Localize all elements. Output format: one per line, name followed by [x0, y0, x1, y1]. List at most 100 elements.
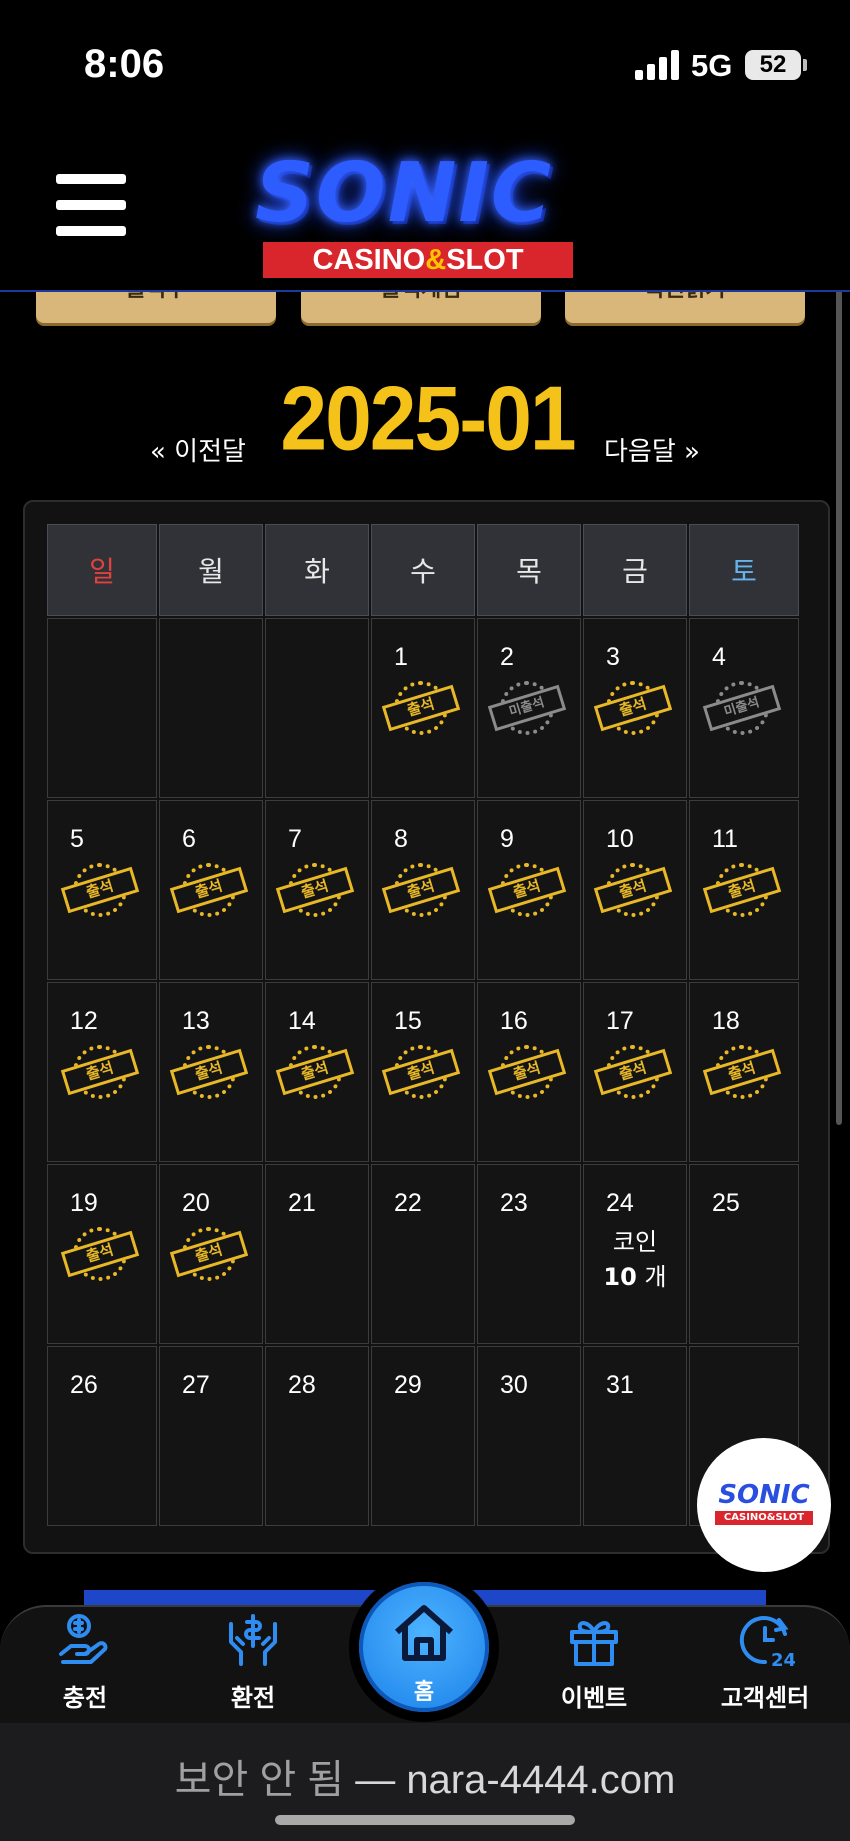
calendar-day-cell[interactable]: 12 출석 — [47, 982, 157, 1162]
status-time: 8:06 — [84, 42, 165, 86]
day-number: 28 — [288, 1371, 316, 1399]
day-number: 5 — [70, 825, 84, 853]
attended-stamp-icon: 출석 — [487, 1045, 567, 1107]
calendar-empty-cell — [265, 618, 369, 798]
day-number: 2 — [500, 643, 514, 671]
calendar-day-cell[interactable]: 28 — [265, 1346, 369, 1526]
status-bar: 8:06 5G 52 — [0, 0, 850, 130]
attended-stamp-icon: 출석 — [275, 863, 355, 925]
page-scrollbar[interactable] — [836, 255, 842, 1125]
attended-stamp-icon: 출석 — [702, 863, 782, 925]
security-warning: 보안 안 됨 — [174, 1758, 345, 1802]
weekday-header: 일월화수목금토 — [47, 524, 801, 616]
day-number: 30 — [500, 1371, 528, 1399]
calendar-day-cell[interactable]: 9 출석 — [477, 800, 581, 980]
site-logo[interactable]: SONIC CASINO&SLOT — [225, 146, 605, 278]
calendar-empty-cell — [159, 618, 263, 798]
calendar-day-cell[interactable]: 17 출석 — [583, 982, 687, 1162]
logo-sub-a: CASINO — [312, 244, 426, 276]
calendar-day-cell[interactable]: 11 출석 — [689, 800, 799, 980]
calendar-day-cell[interactable]: 26 — [47, 1346, 157, 1526]
site-header: SONIC CASINO&SLOT — [0, 130, 850, 292]
day-number: 27 — [182, 1371, 210, 1399]
logo-sub-b: SLOT — [446, 244, 524, 276]
calendar-day-cell[interactable]: 20 출석 — [159, 1164, 263, 1344]
calendar-day-cell[interactable]: 7 출석 — [265, 800, 369, 980]
battery-tip — [803, 59, 807, 71]
absent-stamp-icon: 미출석 — [487, 681, 567, 743]
day-number: 23 — [500, 1189, 528, 1217]
calendar-day-cell[interactable]: 19 출석 — [47, 1164, 157, 1344]
nav-charge[interactable]: 충전 — [20, 1610, 150, 1713]
nav-exchange-label: 환전 — [230, 1684, 276, 1712]
calendar-day-cell[interactable]: 21 — [265, 1164, 369, 1344]
day-number: 3 — [606, 643, 620, 671]
calendar-day-cell[interactable]: 30 — [477, 1346, 581, 1526]
day-number: 8 — [394, 825, 408, 853]
day-number: 17 — [606, 1007, 634, 1035]
attended-stamp-icon: 출석 — [169, 1045, 249, 1107]
network-type: 5G — [691, 48, 733, 83]
floating-logo-sub: CASINO&SLOT — [715, 1511, 813, 1525]
calendar-day-cell[interactable]: 24 코인 10 개 — [583, 1164, 687, 1344]
calendar-day-cell[interactable]: 4 미출석 — [689, 618, 799, 798]
day-number: 10 — [606, 825, 634, 853]
nav-exchange[interactable]: 환전 — [188, 1610, 318, 1713]
logo-main-text: SONIC — [255, 146, 554, 241]
day-number: 11 — [712, 825, 738, 853]
attended-stamp-icon: 출석 — [60, 863, 140, 925]
day-number: 21 — [288, 1189, 316, 1217]
day-number: 4 — [712, 643, 726, 671]
attended-stamp-icon: 출석 — [381, 863, 461, 925]
weekday-header-cell: 토 — [689, 524, 799, 616]
calendar-day-cell[interactable]: 31 — [583, 1346, 687, 1526]
next-month-link[interactable]: 다음달 » — [604, 431, 700, 468]
calendar-day-cell[interactable]: 5 출석 — [47, 800, 157, 980]
calendar-day-cell[interactable]: 2 미출석 — [477, 618, 581, 798]
charge-icon — [59, 1614, 108, 1664]
calendar-day-cell[interactable]: 23 — [477, 1164, 581, 1344]
day-number: 1 — [394, 643, 408, 671]
calendar-day-cell[interactable]: 27 — [159, 1346, 263, 1526]
attended-stamp-icon: 출석 — [702, 1045, 782, 1107]
attendance-calendar: 일월화수목금토 1 출석 2 미출석 3 출석 4 미출석 5 출석 6 출석 7 출석 8 출석 9 출석 10 출… — [47, 524, 801, 1526]
day-number: 24 — [606, 1189, 634, 1217]
absent-stamp-icon: 미출석 — [702, 681, 782, 743]
calendar-day-cell[interactable]: 10 출석 — [583, 800, 687, 980]
calendar-day-cell[interactable]: 22 — [371, 1164, 475, 1344]
day-number: 29 — [394, 1371, 422, 1399]
calendar-day-cell[interactable]: 6 출석 — [159, 800, 263, 980]
weekday-header-cell: 월 — [159, 524, 263, 616]
calendar-day-cell[interactable]: 3 출석 — [583, 618, 687, 798]
calendar-day-cell[interactable]: 8 출석 — [371, 800, 475, 980]
menu-icon[interactable] — [56, 174, 126, 236]
calendar-day-cell[interactable]: 13 출석 — [159, 982, 263, 1162]
attended-stamp-icon: 출석 — [60, 1045, 140, 1107]
day-number: 18 — [712, 1007, 740, 1035]
nav-events[interactable]: 이벤트 — [529, 1610, 659, 1713]
calendar-day-cell[interactable]: 1 출석 — [371, 618, 475, 798]
browser-url-bar[interactable]: 보안 안 됨 — nara-4444.com — [0, 1723, 850, 1841]
calendar-day-cell[interactable]: 14 출석 — [265, 982, 369, 1162]
calendar-day-cell[interactable]: 16 출석 — [477, 982, 581, 1162]
prev-month-link[interactable]: « 이전달 — [150, 431, 246, 468]
day-number: 31 — [606, 1371, 634, 1399]
weekday-header-cell: 금 — [583, 524, 687, 616]
calendar-day-cell[interactable]: 29 — [371, 1346, 475, 1526]
floating-logo-button[interactable]: SONIC CASINO&SLOT — [697, 1438, 831, 1572]
calendar-day-cell[interactable]: 15 출석 — [371, 982, 475, 1162]
calendar-empty-cell — [47, 618, 157, 798]
calendar-day-cell[interactable]: 25 — [689, 1164, 799, 1344]
day-number: 12 — [70, 1007, 98, 1035]
month-title: 2025-01 — [280, 367, 576, 469]
day-number: 22 — [394, 1189, 422, 1217]
exchange-icon — [229, 1614, 277, 1666]
calendar-day-cell[interactable]: 18 출석 — [689, 982, 799, 1162]
nav-home[interactable]: 홈 — [359, 1582, 489, 1712]
day-number: 20 — [182, 1189, 210, 1217]
nav-support[interactable]: 24 고객센터 — [700, 1610, 830, 1713]
url-text[interactable]: 보안 안 됨 — nara-4444.com — [0, 1747, 850, 1805]
coin-amount: 10 개 — [584, 1260, 686, 1295]
day-number: 6 — [182, 825, 196, 853]
attended-stamp-icon: 출석 — [381, 1045, 461, 1107]
